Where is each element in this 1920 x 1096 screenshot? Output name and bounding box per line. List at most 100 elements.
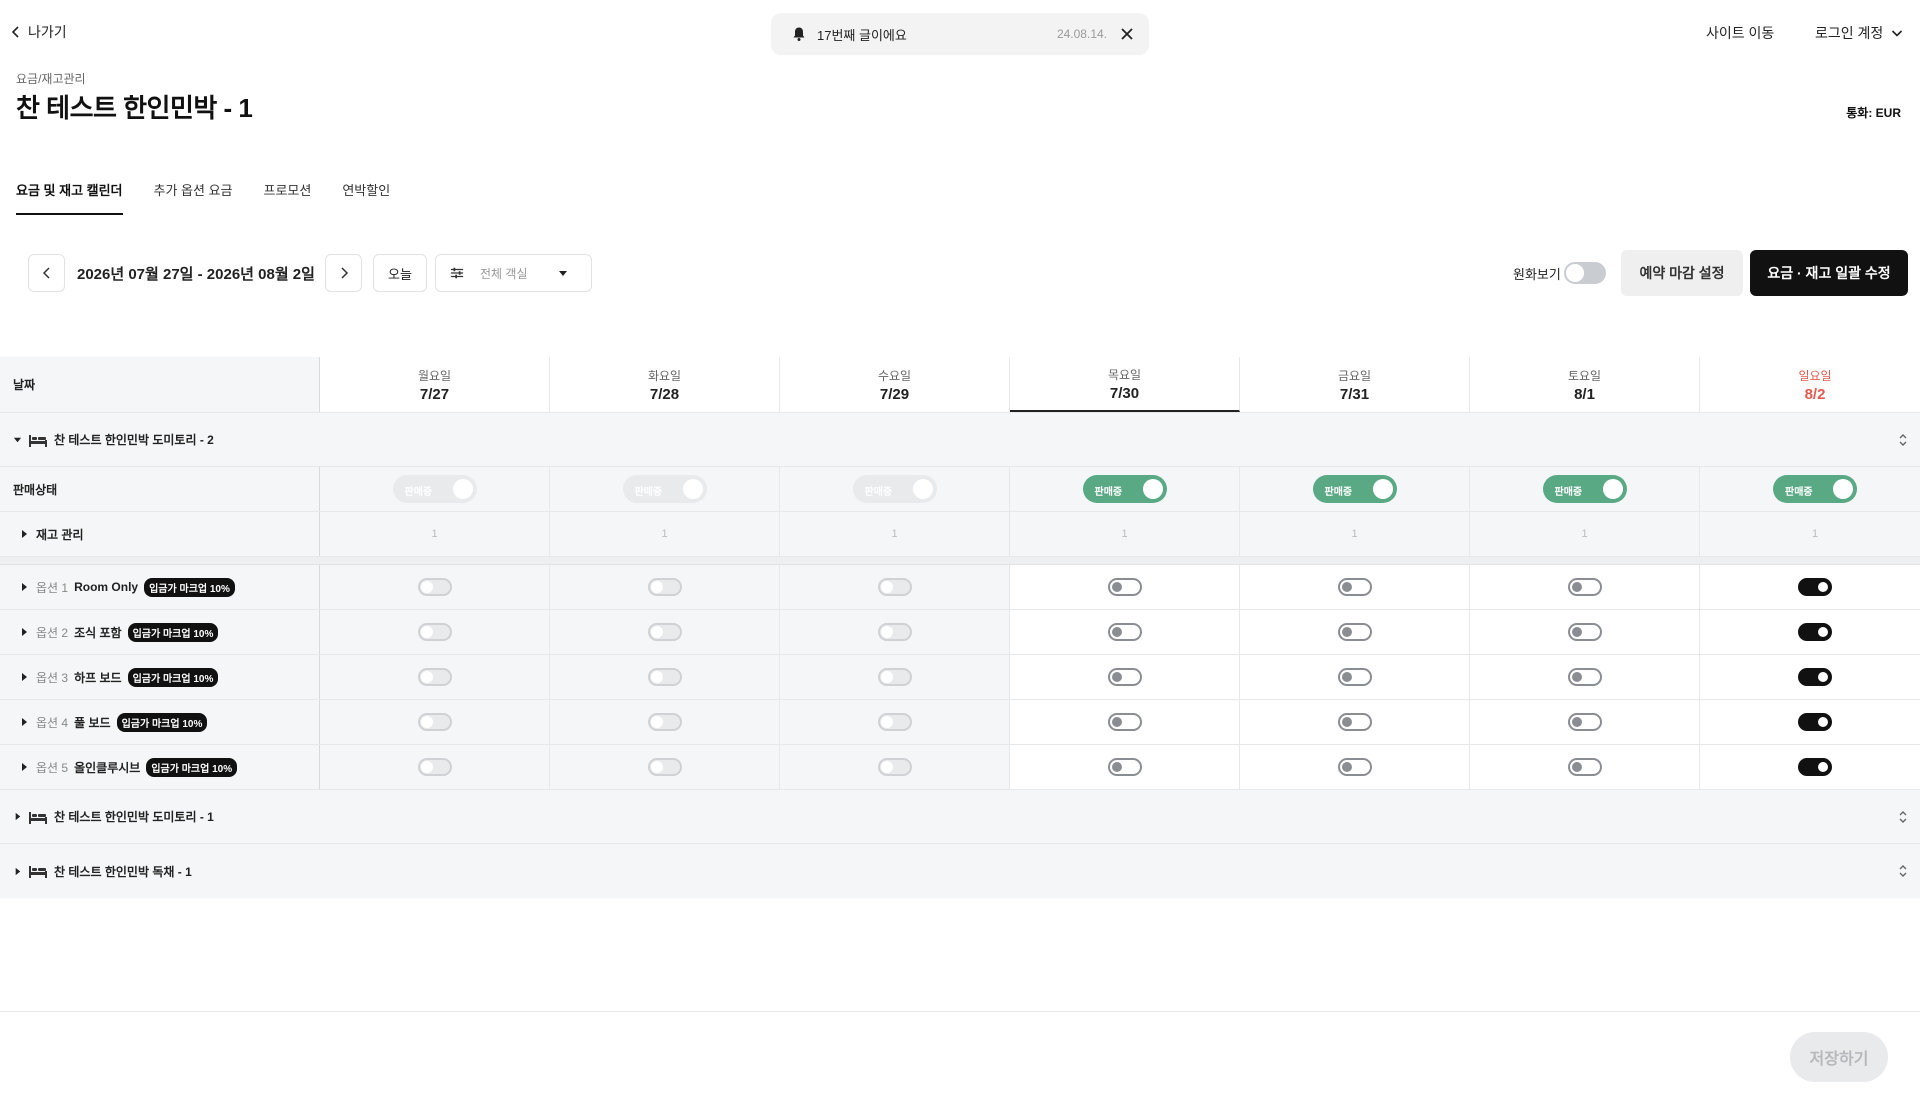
option-label[interactable]: 옵션 3 하프 보드 입금가 마크업 10% (0, 655, 320, 699)
option-toggle[interactable] (1798, 713, 1832, 731)
room-group-name: 찬 테스트 한인민박 독채 - 1 (54, 864, 192, 879)
option-toggle[interactable] (1337, 668, 1372, 686)
option-cell (1010, 655, 1240, 699)
option-toggle[interactable] (1107, 668, 1142, 686)
option-cell (320, 610, 550, 654)
option-toggle[interactable] (1337, 713, 1372, 731)
option-cell (1470, 610, 1700, 654)
day-header: 금요일 7/31 (1240, 357, 1470, 412)
option-toggle[interactable] (1798, 578, 1832, 596)
room-group-row[interactable]: 찬 테스트 한인민박 도미토리 - 1 (0, 790, 1920, 844)
option-toggle[interactable] (1798, 623, 1832, 641)
option-toggle (417, 623, 452, 641)
option-toggle[interactable] (1107, 623, 1142, 641)
close-icon[interactable] (1119, 26, 1135, 42)
caret-down-icon[interactable] (13, 435, 22, 444)
save-button[interactable]: 저장하기 (1790, 1032, 1888, 1082)
option-toggle[interactable] (1107, 758, 1142, 776)
option-toggle[interactable] (1567, 713, 1602, 731)
option-toggle[interactable] (1337, 758, 1372, 776)
booking-deadline-button[interactable]: 예약 마감 설정 (1621, 250, 1743, 296)
option-toggle[interactable] (1337, 578, 1372, 596)
sale-cell: 판매중 (780, 467, 1010, 511)
sale-toggle-text: 판매중 (864, 487, 893, 498)
sale-toggle: 판매중 (622, 475, 707, 503)
prev-week-button[interactable] (28, 254, 65, 292)
sale-cell: 판매중 (1700, 467, 1920, 511)
day-header: 수요일 7/29 (780, 357, 1010, 412)
caret-right-icon[interactable] (13, 812, 22, 821)
notice-banner[interactable]: 17번째 글이에요 24.08.14. (771, 13, 1149, 55)
markup-badge: 입금가 마크업 10% (146, 757, 238, 777)
option-cell (1240, 745, 1470, 789)
back-button[interactable]: 나가기 (10, 22, 67, 42)
stock-label[interactable]: 재고 관리 (0, 512, 320, 556)
account-menu[interactable]: 로그인 계정 (1815, 23, 1903, 43)
caret-right-icon[interactable] (20, 673, 28, 681)
option-toggle[interactable] (1798, 758, 1832, 776)
sale-toggle[interactable]: 판매중 (1312, 475, 1397, 503)
option-toggle[interactable] (1567, 758, 1602, 776)
next-week-button[interactable] (325, 254, 362, 292)
day-of-week: 수요일 (877, 368, 912, 383)
room-group-row[interactable]: 찬 테스트 한인민박 도미토리 - 2 (0, 413, 1920, 467)
option-label[interactable]: 옵션 2 조식 포함 입금가 마크업 10% (0, 610, 320, 654)
chevron-right-icon (340, 267, 348, 279)
room-group-row[interactable]: 찬 테스트 한인민박 독채 - 1 (0, 844, 1920, 898)
option-label[interactable]: 옵션 1 Room Only 입금가 마크업 10% (0, 565, 320, 609)
option-toggle[interactable] (1567, 668, 1602, 686)
chevron-left-icon (11, 26, 19, 38)
date-range: 2026년 07월 27일 - 2026년 08월 2일 (77, 266, 315, 283)
caret-right-icon[interactable] (20, 530, 28, 538)
markup-badge: 입금가 마크업 10% (127, 622, 219, 642)
option-toggle[interactable] (1107, 713, 1142, 731)
sale-status-row: 판매상태 판매중 판매중 판매중 판매중 판매중 판매중 판매중 (0, 467, 1920, 512)
caret-right-icon[interactable] (20, 763, 28, 771)
sale-toggle[interactable]: 판매중 (1082, 475, 1167, 503)
option-cell (1700, 745, 1920, 789)
tab-extra-options[interactable]: 추가 옵션 요금 (154, 180, 233, 215)
option-toggle[interactable] (1567, 578, 1602, 596)
option-toggle (647, 623, 682, 641)
chevron-down-icon (1892, 30, 1903, 37)
option-number: 옵션 5 (36, 760, 69, 775)
sale-cell: 판매중 (1470, 467, 1700, 511)
today-button[interactable]: 오늘 (373, 254, 427, 292)
option-toggle[interactable] (1337, 623, 1372, 641)
option-cell (1700, 700, 1920, 744)
option-label[interactable]: 옵션 5 올인클루시브 입금가 마크업 10% (0, 745, 320, 789)
caret-right-icon[interactable] (13, 867, 22, 876)
sale-cell: 판매중 (1240, 467, 1470, 511)
stock-value: 1 (320, 512, 550, 556)
option-toggle[interactable] (1107, 578, 1142, 596)
option-toggle[interactable] (1567, 623, 1602, 641)
bed-icon (29, 866, 47, 878)
caret-right-icon[interactable] (20, 583, 28, 591)
option-label[interactable]: 옵션 4 풀 보드 입금가 마크업 10% (0, 700, 320, 744)
stock-value: 1 (1240, 512, 1470, 556)
tab-promotion[interactable]: 프로모션 (264, 180, 312, 215)
option-cell (1010, 610, 1240, 654)
option-cell (1010, 565, 1240, 609)
tab-rate-calendar[interactable]: 요금 및 재고 캘린더 (16, 180, 123, 215)
sale-toggle[interactable]: 판매중 (1542, 475, 1627, 503)
option-name: 풀 보드 (74, 715, 111, 730)
markup-badge: 입금가 마크업 10% (116, 712, 208, 732)
bulk-edit-button[interactable]: 요금 · 재고 일괄 수정 (1750, 250, 1908, 296)
original-currency-toggle[interactable] (1564, 262, 1606, 284)
tab-bar: 요금 및 재고 캘린더 추가 옵션 요금 프로모션 연박할인 (16, 180, 421, 215)
breadcrumb: 요금/재고관리 (16, 72, 86, 86)
sale-toggle[interactable]: 판매중 (1773, 475, 1857, 503)
site-move-link[interactable]: 사이트 이동 (1706, 23, 1774, 43)
tab-long-stay[interactable]: 연박할인 (342, 180, 390, 215)
caret-right-icon[interactable] (20, 718, 28, 726)
option-toggle[interactable] (1798, 668, 1832, 686)
sort-icon[interactable] (1898, 432, 1908, 448)
stock-value: 1 (780, 512, 1010, 556)
option-toggle (417, 713, 452, 731)
option-cell (1700, 655, 1920, 699)
sort-icon[interactable] (1898, 809, 1908, 825)
caret-right-icon[interactable] (20, 628, 28, 636)
sort-icon[interactable] (1898, 863, 1908, 879)
room-filter-select[interactable]: 전체 객실 (435, 254, 592, 292)
